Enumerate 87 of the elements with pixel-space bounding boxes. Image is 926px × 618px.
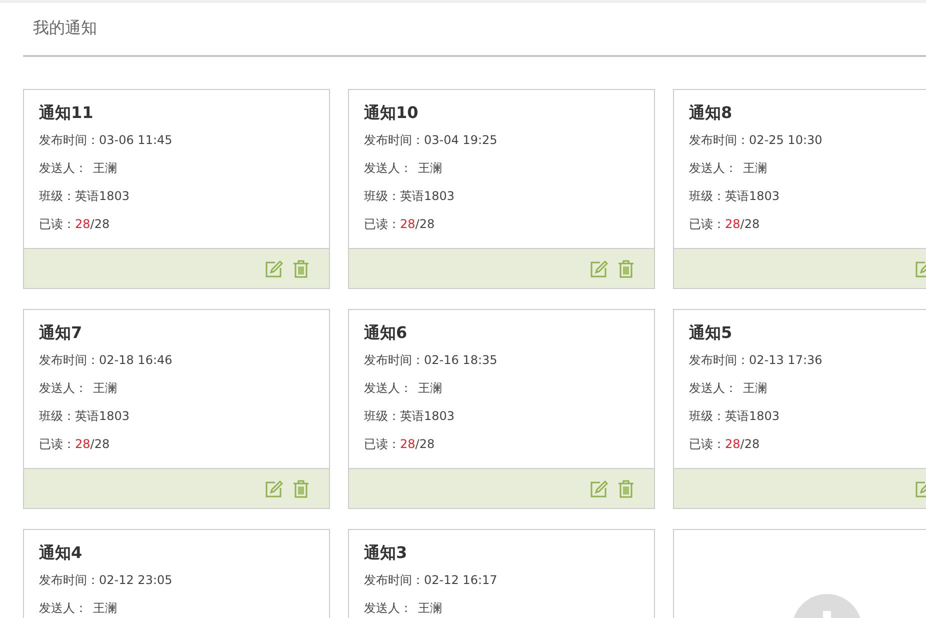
read-label: 已读： (364, 217, 400, 231)
edit-icon[interactable] (265, 260, 283, 278)
notice-card[interactable]: 通知8 发布时间：02-25 10:30 发送人： 王澜 班级：英语1803 已读：28/28 (673, 89, 926, 289)
sender-name: 王澜 (418, 161, 442, 175)
time-label: 发布时间： (39, 573, 99, 587)
total-count: /28 (90, 437, 110, 451)
sender-name: 王澜 (418, 601, 442, 615)
publish-time: 02-16 18:35 (424, 353, 498, 367)
read-label: 已读： (364, 437, 400, 451)
sender-label: 发送人： (364, 381, 412, 395)
publish-time: 02-13 17:36 (749, 353, 822, 367)
notice-card[interactable]: 通知10 发布时间：03-04 19:25 发送人： 王澜 班级：英语1803 已读：28/28 (348, 89, 655, 289)
sender-name: 王澜 (743, 381, 767, 395)
read-label: 已读： (39, 437, 75, 451)
notice-card[interactable]: 通知7 发布时间：02-18 16:46 发送人： 王澜 班级：英语1803 已读：28/28 (23, 309, 330, 509)
time-label: 发布时间： (689, 353, 749, 367)
read-count: 28 (725, 437, 740, 451)
read-count: 28 (75, 217, 90, 231)
class-name: 英语1803 (725, 409, 780, 423)
class-label: 班级： (39, 409, 75, 423)
time-label: 发布时间： (39, 133, 99, 147)
time-label: 发布时间： (364, 353, 424, 367)
class-name: 英语1803 (400, 189, 455, 203)
time-label: 发布时间： (364, 133, 424, 147)
total-count: /28 (415, 437, 435, 451)
notice-card[interactable]: 通知3 发布时间：02-12 16:17 发送人： 王澜 (348, 529, 655, 618)
notice-title: 通知4 (39, 542, 84, 564)
notice-card[interactable]: 通知6 发布时间：02-16 18:35 发送人： 王澜 班级：英语1803 已读：28/28 (348, 309, 655, 509)
edit-icon[interactable] (590, 480, 608, 498)
publish-time: 02-18 16:46 (99, 353, 172, 367)
sender-label: 发送人： (39, 161, 87, 175)
notice-title: 通知8 (689, 102, 734, 124)
sender-label: 发送人： (364, 601, 412, 615)
sender-name: 王澜 (93, 381, 117, 395)
class-name: 英语1803 (75, 409, 130, 423)
notice-card[interactable]: 通知4 发布时间：02-12 23:05 发送人： 王澜 (23, 529, 330, 618)
publish-time: 03-04 19:25 (424, 133, 498, 147)
notice-title: 通知7 (39, 322, 84, 344)
notice-title: 通知10 (364, 102, 420, 124)
sender-name: 王澜 (418, 381, 442, 395)
sender-name: 王澜 (93, 161, 117, 175)
sender-label: 发送人： (39, 601, 87, 615)
read-label: 已读： (689, 437, 725, 451)
read-count: 28 (725, 217, 740, 231)
notice-title: 通知3 (364, 542, 408, 564)
delete-icon[interactable] (618, 260, 634, 278)
edit-icon[interactable] (590, 260, 608, 278)
sender-label: 发送人： (689, 161, 737, 175)
publish-time: 03-06 11:45 (99, 133, 172, 147)
sender-label: 发送人： (689, 381, 737, 395)
page-title: 我的通知 (33, 18, 97, 38)
time-label: 发布时间： (689, 133, 749, 147)
notice-card[interactable]: 通知5 发布时间：02-13 17:36 发送人： 王澜 班级：英语1803 已读：28/28 (673, 309, 926, 509)
notice-card[interactable]: 通知11 发布时间：03-06 11:45 发送人： 王澜 班级：英语1803 已读：28/28 (23, 89, 330, 289)
delete-icon[interactable] (618, 480, 634, 498)
class-label: 班级： (364, 189, 400, 203)
sender-name: 王澜 (743, 161, 767, 175)
read-count: 28 (400, 437, 416, 451)
total-count: /28 (90, 217, 110, 231)
notice-title: 通知5 (689, 322, 734, 344)
time-label: 发布时间： (364, 573, 424, 587)
total-count: /28 (740, 217, 760, 231)
notice-title: 通知6 (364, 322, 408, 344)
class-name: 英语1803 (725, 189, 780, 203)
class-label: 班级： (364, 409, 400, 423)
sender-label: 发送人： (39, 381, 87, 395)
publish-time: 02-12 23:05 (99, 573, 172, 587)
publish-time: 02-25 10:30 (749, 133, 822, 147)
class-label: 班级： (39, 189, 75, 203)
read-label: 已读： (39, 217, 75, 231)
class-label: 班级： (689, 189, 725, 203)
sender-name: 王澜 (93, 601, 117, 615)
edit-icon[interactable] (265, 480, 283, 498)
time-label: 发布时间： (39, 353, 99, 367)
publish-time: 02-12 16:17 (424, 573, 498, 587)
total-count: /28 (740, 437, 760, 451)
class-name: 英语1803 (400, 409, 455, 423)
delete-icon[interactable] (293, 480, 309, 498)
delete-icon[interactable] (293, 260, 309, 278)
total-count: /28 (415, 217, 435, 231)
read-count: 28 (75, 437, 90, 451)
notice-title: 通知11 (39, 102, 94, 124)
sender-label: 发送人： (364, 161, 412, 175)
class-label: 班级： (689, 409, 725, 423)
read-count: 28 (400, 217, 416, 231)
read-label: 已读： (689, 217, 725, 231)
class-name: 英语1803 (75, 189, 130, 203)
